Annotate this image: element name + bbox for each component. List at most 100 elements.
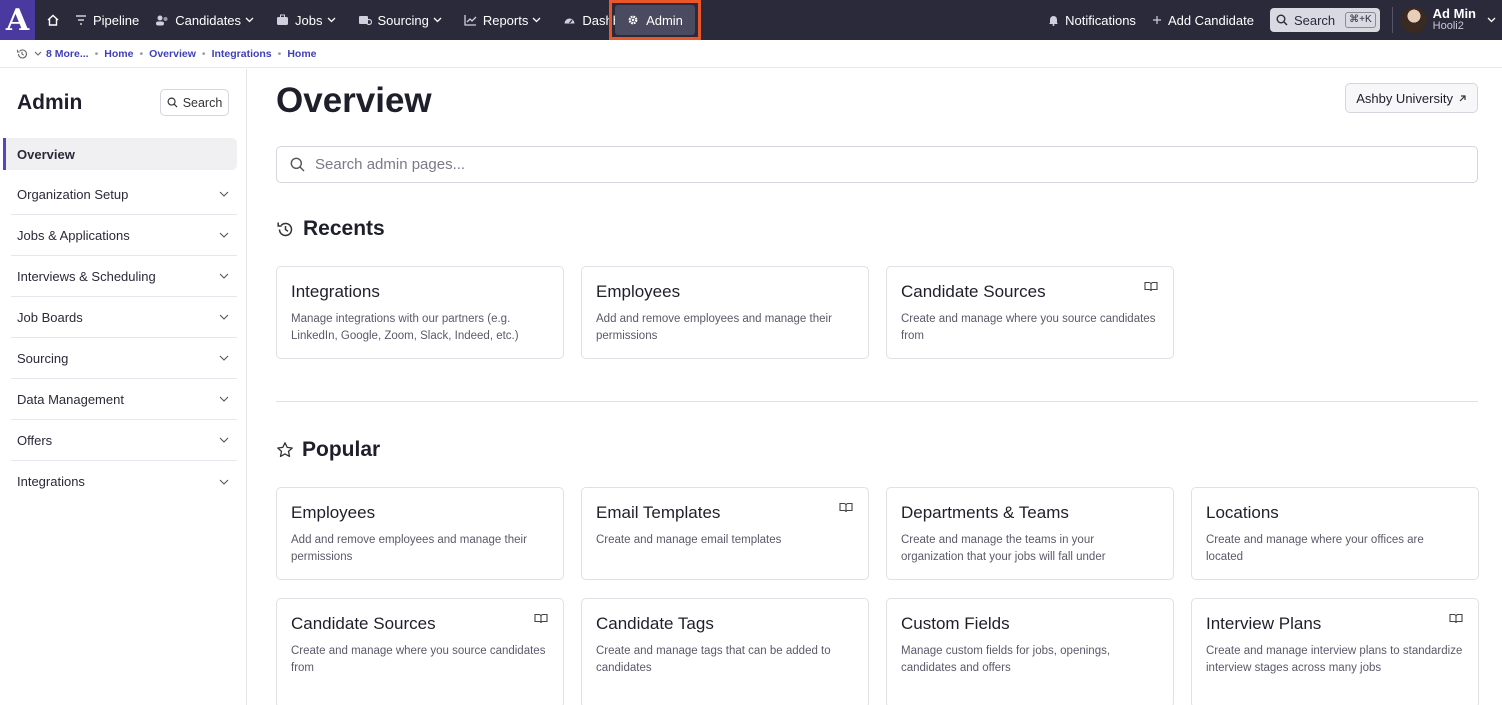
popular-card-employees[interactable]: Employees Add and remove employees and m… [276, 487, 564, 580]
nav-admin-tab[interactable]: Admin [615, 5, 695, 35]
recent-card-candidate-sources[interactable]: Candidate Sources Create and manage wher… [886, 266, 1174, 359]
card-description: Create and manage where you source candi… [291, 645, 546, 674]
notifications-button[interactable]: Notifications [1040, 0, 1144, 40]
user-menu[interactable]: Ad Min Hooli2 [1433, 7, 1476, 33]
card-title: Interview Plans [1206, 614, 1322, 633]
nav-pipeline[interactable]: Pipeline [67, 0, 147, 40]
bell-icon [1049, 16, 1059, 26]
chevron-down-icon[interactable] [34, 51, 42, 56]
admin-search-input[interactable] [315, 156, 1415, 173]
history-icon[interactable] [16, 48, 28, 60]
sidebar-item-label: Overview [17, 146, 75, 162]
admin-sidebar: Admin Search Overview Organization Setup… [0, 69, 247, 705]
card-description: Create and manage tags that can be added… [596, 645, 831, 674]
user-menu-chevron[interactable] [1480, 17, 1502, 23]
people-icon [156, 15, 168, 26]
nav-sourcing[interactable]: Sourcing [350, 0, 456, 40]
sidebar-item-label: Jobs & Applications [17, 227, 130, 243]
popular-card-email-templates[interactable]: Email Templates Create and manage email … [581, 487, 869, 580]
sidebar-item-organization-setup[interactable]: Organization Setup [11, 174, 237, 215]
chevron-down-icon [327, 17, 335, 23]
nav-sourcing-label: Sourcing [377, 12, 429, 28]
nav-jobs[interactable]: Jobs [268, 0, 349, 40]
sidebar-item-jobs-applications[interactable]: Jobs & Applications [11, 215, 237, 256]
sidebar-item-sourcing[interactable]: Sourcing [11, 338, 237, 379]
global-search-button[interactable]: Search ⌘+K [1269, 8, 1380, 32]
sidebar-search-label: Search [182, 95, 223, 110]
chevron-down-icon [219, 232, 229, 238]
search-icon [290, 157, 305, 172]
popular-card-candidate-tags[interactable]: Candidate Tags Create and manage tags th… [581, 598, 869, 705]
chevron-down-icon [245, 17, 254, 23]
card-description: Add and remove employees and manage thei… [291, 534, 527, 563]
sidebar-item-label: Offers [17, 432, 53, 448]
plus-icon [1152, 16, 1161, 24]
popular-card-candidate-sources[interactable]: Candidate Sources Create and manage wher… [276, 598, 564, 705]
breadcrumb: 8 More... • Home • Overview • Integratio… [0, 40, 1502, 68]
sidebar-item-data-management[interactable]: Data Management [11, 379, 237, 420]
breadcrumb-integrations[interactable]: Integrations [212, 48, 272, 60]
sidebar-title: Admin [17, 91, 83, 114]
chart-icon [464, 15, 477, 26]
breadcrumb-home[interactable]: Home [104, 48, 133, 60]
ashby-university-button[interactable]: Ashby University [1345, 83, 1478, 113]
chevron-down-icon [219, 273, 229, 279]
book-icon[interactable] [839, 502, 853, 513]
sourcing-icon [358, 16, 372, 26]
chevron-down-icon [219, 396, 229, 402]
book-icon[interactable] [1449, 613, 1463, 624]
breadcrumb-overview[interactable]: Overview [149, 48, 196, 60]
chevron-down-icon [219, 437, 229, 443]
card-description: Create and manage email templates [596, 534, 782, 546]
nav-candidates[interactable]: Candidates [147, 0, 268, 40]
main-content: Overview Ashby University Recents Integr… [248, 69, 1502, 705]
global-search-label: Search [1293, 12, 1336, 28]
popular-card-interview-plans[interactable]: Interview Plans Create and manage interv… [1191, 598, 1479, 705]
add-candidate-button[interactable]: Add Candidate [1144, 0, 1262, 40]
recent-card-employees[interactable]: Employees Add and remove employees and m… [581, 266, 869, 359]
sidebar-item-interviews-scheduling[interactable]: Interviews & Scheduling [11, 256, 237, 297]
section-divider [276, 401, 1478, 402]
card-description: Manage custom fields for jobs, openings,… [901, 645, 1111, 674]
card-title: Locations [1206, 503, 1279, 522]
card-title: Departments & Teams [901, 503, 1069, 522]
sidebar-item-offers[interactable]: Offers [11, 420, 237, 461]
sidebar-item-job-boards[interactable]: Job Boards [11, 297, 237, 338]
breadcrumb-more[interactable]: 8 More... [46, 48, 89, 60]
card-description: Create and manage where your offices are… [1206, 534, 1424, 563]
nav-admin[interactable]: Admin [609, 0, 701, 40]
breadcrumb-separator: • [94, 47, 99, 60]
recent-card-integrations[interactable]: Integrations Manage integrations with ou… [276, 266, 564, 359]
nav-admin-label: Admin [646, 12, 683, 28]
page-title: Overview [276, 81, 432, 120]
home-icon [47, 14, 59, 26]
chevron-down-icon [219, 314, 229, 320]
popular-card-custom-fields[interactable]: Custom Fields Manage custom fields for j… [886, 598, 1174, 705]
avatar[interactable] [1400, 7, 1427, 33]
nav-reports[interactable]: Reports [456, 0, 556, 40]
popular-heading: Popular [276, 438, 380, 462]
breadcrumb-separator: • [139, 47, 144, 60]
admin-search-bar[interactable] [276, 146, 1478, 183]
ashby-logo[interactable]: A [0, 0, 35, 40]
sidebar-search-button[interactable]: Search [160, 89, 229, 116]
chevron-down-icon [219, 355, 229, 361]
card-title: Employees [291, 503, 376, 522]
popular-card-locations[interactable]: Locations Create and manage where your o… [1191, 487, 1479, 580]
user-org: Hooli2 [1432, 20, 1464, 32]
add-candidate-label: Add Candidate [1167, 12, 1254, 28]
home-button[interactable] [39, 0, 67, 40]
sidebar-item-label: Integrations [17, 474, 85, 489]
book-icon[interactable] [534, 613, 548, 624]
book-icon[interactable] [1144, 281, 1158, 292]
card-title: Candidate Sources [291, 614, 436, 633]
chevron-down-icon [532, 17, 541, 23]
card-title: Integrations [291, 282, 380, 301]
sidebar-item-overview[interactable]: Overview [3, 138, 237, 170]
breadcrumb-home-current[interactable]: Home [287, 48, 316, 60]
breadcrumb-separator: • [201, 47, 206, 60]
sidebar-item-integrations[interactable]: Integrations [11, 461, 237, 502]
popular-title: Popular [302, 438, 381, 461]
popular-card-departments-teams[interactable]: Departments & Teams Create and manage th… [886, 487, 1174, 580]
search-shortcut: ⌘+K [1345, 12, 1376, 28]
